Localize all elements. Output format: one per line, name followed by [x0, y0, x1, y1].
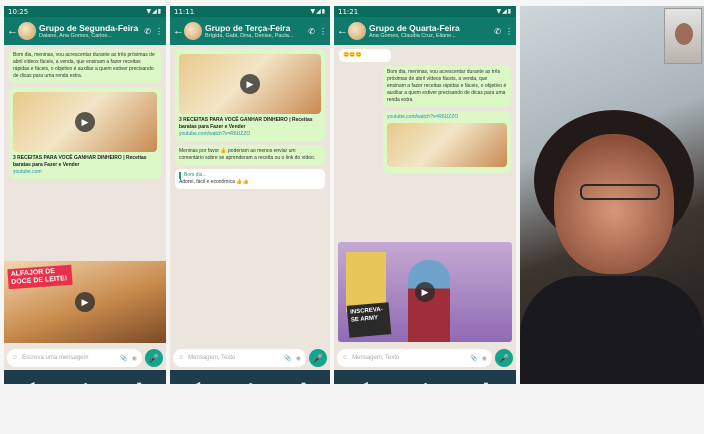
input-bar: ☺ Escreva uma mensagem 📎 ◉ 🎤	[4, 346, 166, 370]
message-input[interactable]: ☺ Mensagem, Texto 📎 ◉	[337, 349, 492, 367]
emoji-bubble: 😊😊😊	[339, 49, 391, 62]
camera-icon[interactable]: ◉	[482, 355, 487, 362]
group-avatar[interactable]	[18, 22, 36, 40]
play-icon[interactable]: ▶	[240, 74, 260, 94]
video-thumbnail[interactable]	[387, 123, 507, 167]
media-link[interactable]: youtube.com	[13, 169, 157, 176]
screen: 10:25 ▼◢▮ ← Grupo de Segunda-Feira Daian…	[0, 0, 704, 434]
attach-icon[interactable]: 📎	[120, 355, 127, 362]
status-time: 10:25	[8, 7, 29, 16]
media-caption: 3 RECEITAS PARA VOCÊ GANHAR DINHEIRO | R…	[13, 155, 147, 168]
link-bubble: youtube.com/watch?v=R6UZZO	[383, 111, 511, 173]
pip-face	[675, 23, 693, 45]
chat-title-area[interactable]: Grupo de Terça-Feira Brígida, Gabi, Dina…	[205, 23, 305, 39]
chat-header: ← Grupo de Segunda-Feira Daiane, Ana Gom…	[4, 17, 166, 45]
emoji-icon[interactable]: ☺	[178, 355, 184, 361]
status-bar: 10:25 ▼◢▮	[4, 6, 166, 17]
message-bubble: Bom dia, meninas, vou acrescentar durant…	[9, 49, 161, 83]
call-icon[interactable]: ✆	[144, 27, 151, 36]
input-bar: ☺ Mensagem, Texto 📎 ◉ 🎤	[170, 346, 330, 370]
speaker-glasses	[580, 184, 660, 200]
chat-header: ← Grupo de Terça-Feira Brígida, Gabi, Di…	[170, 17, 330, 45]
chat-subtitle: Daiane, Ana Gomes, Carlos...	[39, 33, 112, 39]
media-caption: 3 RECEITAS PARA VOCÊ GANHAR DINHEIRO | R…	[179, 117, 313, 130]
input-placeholder: Escreva uma mensagem	[22, 355, 89, 361]
message-bubble: Meninas por favor 👍 poderiam ao menos en…	[175, 145, 325, 165]
reply-text: Adorei, fácil e econômica 👍👍	[179, 179, 249, 185]
status-bar: 11:11 ▼◢▮	[170, 6, 330, 17]
signal-icon: ▼◢▮	[146, 8, 162, 15]
mic-icon[interactable]: 🎤	[495, 349, 513, 367]
media-link[interactable]: youtube.com/watch?v=R6UZZO	[387, 114, 507, 121]
chat-area: ▶ 3 RECEITAS PARA VOCÊ GANHAR DINHEIRO |…	[170, 45, 330, 342]
play-icon[interactable]: ▶	[75, 112, 95, 132]
media-bubble: ▶ 3 RECEITAS PARA VOCÊ GANHAR DINHEIRO |…	[175, 49, 325, 141]
speaker-face	[554, 134, 674, 274]
input-placeholder: Mensagem, Texto	[188, 355, 236, 361]
call-icon[interactable]: ✆	[494, 27, 501, 36]
mic-icon[interactable]: 🎤	[145, 349, 163, 367]
play-icon[interactable]: ▶	[415, 282, 435, 302]
emoji-icon[interactable]: ☺	[342, 355, 348, 361]
attach-icon[interactable]: 📎	[284, 355, 291, 362]
promo-video-thumbnail[interactable]: ALFAJOR DE DOCE DE LEITE! ▶	[4, 261, 166, 343]
chat-header: ← Grupo de Quarta-Feira Ana Gomes, Claud…	[334, 17, 516, 45]
bottom-strip	[0, 384, 704, 434]
chat-subtitle: Ana Gomes, Claudia Cruz, Eliane...	[369, 33, 456, 39]
media-link[interactable]: youtube.com/watch?v=R6UZZO	[179, 131, 321, 138]
status-time: 11:21	[338, 7, 359, 16]
chat-title-area[interactable]: Grupo de Segunda-Feira Daiane, Ana Gomes…	[39, 23, 141, 39]
message-input[interactable]: ☺ Mensagem, Texto 📎 ◉	[173, 349, 306, 367]
group-avatar[interactable]	[348, 22, 366, 40]
media-bubble: ▶ 3 RECEITAS PARA VOCÊ GANHAR DINHEIRO |…	[9, 87, 161, 179]
youtube-video-thumbnail[interactable]: INSCREVA-SE ARMY ▶	[338, 242, 512, 342]
chat-subtitle: Brígida, Gabi, Dina, Denise, Paula...	[205, 33, 294, 39]
reply-bubble: Bom dia... Adorei, fácil e econômica 👍👍	[175, 169, 325, 189]
camera-icon[interactable]: ◉	[296, 355, 301, 362]
back-arrow-icon[interactable]: ←	[173, 25, 184, 37]
back-arrow-icon[interactable]: ←	[337, 25, 348, 37]
phone-quarta: 11:21 ▼◢▮ ← Grupo de Quarta-Feira Ana Go…	[334, 6, 516, 398]
speaker-body	[520, 276, 704, 384]
input-bar: ☺ Mensagem, Texto 📎 ◉ 🎤	[334, 346, 516, 370]
emoji-icon[interactable]: ☺	[12, 355, 18, 361]
message-bubble: Bom dia, meninas, vou acrescentar durant…	[383, 66, 511, 107]
more-icon[interactable]: ⋮	[505, 27, 513, 36]
reply-quote[interactable]: Bom dia...	[179, 172, 321, 179]
chat-title: Grupo de Terça-Feira	[205, 23, 291, 33]
play-icon[interactable]: ▶	[75, 292, 95, 312]
attach-icon[interactable]: 📎	[470, 355, 477, 362]
phone-terca: 11:11 ▼◢▮ ← Grupo de Terça-Feira Brígida…	[170, 6, 330, 398]
more-icon[interactable]: ⋮	[155, 27, 163, 36]
signal-icon: ▼◢▮	[310, 8, 326, 15]
mic-icon[interactable]: 🎤	[309, 349, 327, 367]
call-icon[interactable]: ✆	[308, 27, 315, 36]
group-avatar[interactable]	[184, 22, 202, 40]
input-placeholder: Mensagem, Texto	[352, 355, 400, 361]
status-time: 11:11	[174, 7, 195, 16]
message-input[interactable]: ☺ Escreva uma mensagem 📎 ◉	[7, 349, 142, 367]
self-view-thumbnail[interactable]	[664, 8, 702, 64]
status-bar: 11:21 ▼◢▮	[334, 6, 516, 17]
more-icon[interactable]: ⋮	[319, 27, 327, 36]
chat-title: Grupo de Segunda-Feira	[39, 23, 139, 33]
phone-segunda: 10:25 ▼◢▮ ← Grupo de Segunda-Feira Daian…	[4, 6, 166, 398]
camera-icon[interactable]: ◉	[132, 355, 137, 362]
back-arrow-icon[interactable]: ←	[7, 25, 18, 37]
chat-title: Grupo de Quarta-Feira	[369, 23, 460, 33]
signal-icon: ▼◢▮	[496, 8, 512, 15]
chat-title-area[interactable]: Grupo de Quarta-Feira Ana Gomes, Claudia…	[369, 23, 491, 39]
video-thumbnail[interactable]: ▶	[13, 92, 157, 152]
yt-sign: INSCREVA-SE ARMY	[346, 302, 392, 338]
promo-label: ALFAJOR DE DOCE DE LEITE!	[7, 264, 73, 290]
video-thumbnail[interactable]: ▶	[179, 54, 321, 114]
